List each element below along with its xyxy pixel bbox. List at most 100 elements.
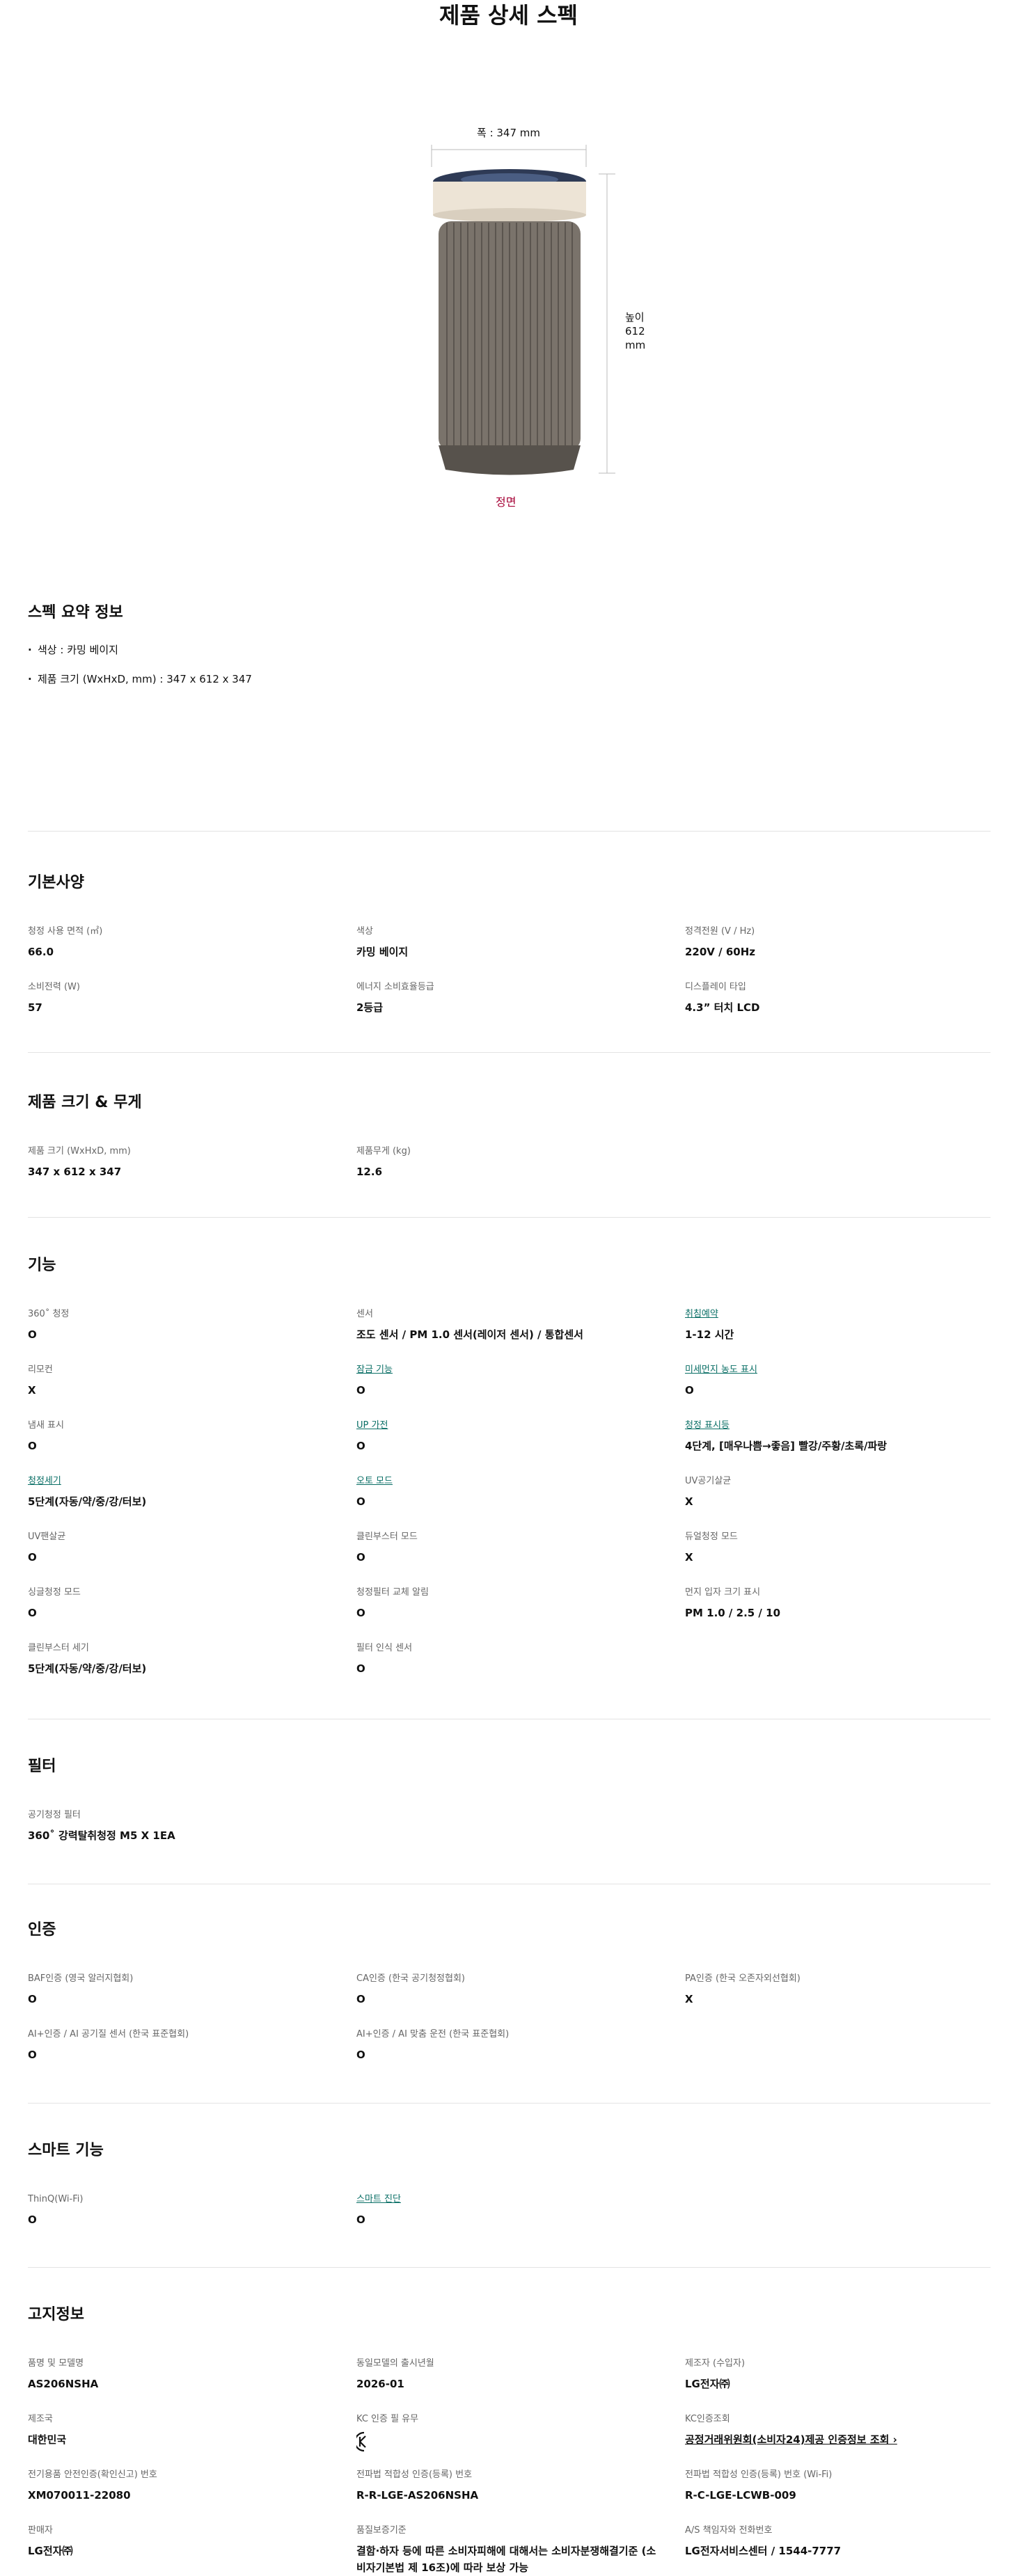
spec-item: 360˚ 청정 O: [28, 1308, 334, 1343]
spec-value: O: [356, 1993, 365, 2005]
spec-item: 정격전원 (V / Hz) 220V / 60Hz: [685, 925, 991, 960]
spec-item: 소비전력 (W) 57: [28, 981, 334, 1016]
spec-label: 전파법 적합성 인증(등록) 번호: [356, 2470, 473, 2480]
section-divider: [28, 1217, 991, 1218]
spec-item: 클린부스터 세기 5단계(자동/약/중/강/터보): [28, 1642, 334, 1677]
spec-item: 제조자 (수입자) LG전자㈜: [685, 2358, 991, 2392]
spec-value: O: [28, 1551, 37, 1564]
height-label-title: 높이: [625, 311, 645, 324]
spec-label: 클린부스터 모드: [356, 1532, 418, 1542]
spec-value: O: [28, 1440, 37, 1452]
spec-item: PA인증 (한국 오존자외선협회) X: [685, 1973, 991, 2007]
spec-value: LG전자㈜: [28, 2545, 73, 2557]
features-section: 기능 360˚ 청정 O 센서 조도 센서 / PM 1.0 센서(레이저 센서) …: [28, 1253, 991, 1675]
spec-label: A/S 책임자와 전화번호: [685, 2525, 773, 2536]
spec-label: 필터 인식 센서: [356, 1643, 413, 1653]
basic-spec-section: 기본사양 청정 사용 면적 (㎡) 66.0 색상 카밍 베이지 정격전원 (V /…: [28, 870, 991, 1014]
spec-item: 클린부스터 모드 O: [356, 1531, 663, 1566]
spec-value: LG전자㈜: [685, 2378, 730, 2390]
section-divider: [28, 1052, 991, 1053]
product-dimension-figure: 폭 : 347 mm 높이 612 mm 정면: [404, 118, 654, 509]
size-weight-section: 제품 크기 & 무게 제품 크기 (WxHxD, mm) 347 x 612 x …: [28, 1090, 991, 1178]
spec-label: 360˚ 청정: [28, 1309, 70, 1319]
spec-value: O: [356, 2213, 365, 2226]
spec-item: A/S 책임자와 전화번호 LG전자서비스센터 / 1544-7777: [685, 2525, 991, 2559]
spec-value: 5단계(자동/약/중/강/터보): [28, 1662, 147, 1675]
section-title: 기능: [28, 1257, 56, 1274]
spec-value: 12.6: [356, 1166, 383, 1178]
kc-lookup-link[interactable]: 공정거래위원회(소비자24)제공 인증정보 조회 ›: [685, 2431, 991, 2448]
spec-label: 청정 사용 면적 (㎡): [28, 926, 103, 937]
spec-label: 품질보증기준: [356, 2525, 407, 2536]
section-title: 고지정보: [28, 2306, 84, 2323]
spec-item: 청정세기 5단계(자동/약/중/강/터보): [28, 1475, 334, 1510]
spec-label-link-dust-display[interactable]: 미세먼지 농도 표시: [685, 1364, 991, 1376]
spec-value: O: [356, 2049, 365, 2061]
spec-label: KC인증조회: [685, 2414, 730, 2424]
spec-label: 정격전원 (V / Hz): [685, 926, 755, 937]
spec-item: 색상 카밍 베이지: [356, 925, 663, 960]
spec-value: AS206NSHA: [28, 2378, 99, 2390]
section-divider: [28, 2267, 991, 2268]
spec-item: 제품 크기 (WxHxD, mm) 347 x 612 x 347: [28, 1145, 334, 1180]
spec-label: 공기청정 필터: [28, 1810, 81, 1820]
spec-summary-section: 스펙 요약 정보 색상 : 카밍 베이지 제품 크기 (WxHxD, mm) :…: [28, 600, 991, 739]
spec-value: O: [356, 1551, 365, 1564]
spec-item: AI+인증 / AI 공기질 센서 (한국 표준협회) O: [28, 2028, 334, 2063]
smart-feature-section: 스마트 기능 ThinQ(Wi-Fi) O 스마트 진단 O: [28, 2138, 991, 2226]
section-title: 스펙 요약 정보: [28, 604, 123, 621]
spec-value: 57: [28, 1001, 42, 1014]
spec-value: 조도 센서 / PM 1.0 센서(레이저 센서) / 통합센서: [356, 1328, 583, 1341]
spec-item: 청정 표시등 4단계, [매우나쁨→좋음] 빨강/주황/초록/파랑: [685, 1420, 991, 1454]
spec-value: 2등급: [356, 1001, 384, 1014]
spec-label: AI+인증 / AI 공기질 센서 (한국 표준협회): [28, 2029, 189, 2040]
spec-item: 먼지 입자 크기 표시 PM 1.0 / 2.5 / 10: [685, 1587, 991, 1621]
spec-value: O: [28, 2049, 37, 2061]
spec-value: [354, 2431, 663, 2457]
spec-value: 66.0: [28, 946, 54, 958]
spec-label-link-lock[interactable]: 잠금 기능: [356, 1364, 663, 1376]
spec-item: 디스플레이 타입 4.3” 터치 LCD: [685, 981, 991, 1016]
spec-value: 220V / 60Hz: [685, 946, 756, 958]
spec-label: 판매자: [28, 2525, 53, 2536]
spec-label: 싱글청정 모드: [28, 1587, 81, 1598]
spec-value: O: [356, 1662, 365, 1675]
spec-item: 센서 조도 센서 / PM 1.0 센서(레이저 센서) / 통합센서: [356, 1308, 663, 1343]
spec-label: 냄새 표시: [28, 1420, 64, 1431]
spec-label: 디스플레이 타입: [685, 982, 746, 992]
spec-value: O: [28, 1993, 37, 2005]
spec-label-link-clean-indicator[interactable]: 청정 표시등: [685, 1420, 991, 1432]
spec-item: 판매자 LG전자㈜: [28, 2525, 334, 2559]
spec-value: XM070011-22080: [28, 2489, 131, 2502]
legal-notice-section: 고지정보 품명 및 모델명 AS206NSHA 동일모델의 출시년월 2026-01…: [28, 2302, 991, 2574]
spec-item: CA인증 (한국 공기청정협회) O: [356, 1973, 663, 2007]
spec-item: 미세먼지 농도 표시 O: [685, 1364, 991, 1399]
spec-label: UV공기살균: [685, 1476, 732, 1486]
certification-section: 인증 BAF인증 (영국 알러지협회) O CA인증 (한국 공기청정협회) O P…: [28, 1917, 991, 2061]
spec-label-link-sleep-timer[interactable]: 취침예약: [685, 1308, 991, 1321]
spec-value: O: [356, 1607, 365, 1619]
spec-item: 동일모델의 출시년월 2026-01: [356, 2358, 663, 2392]
spec-label-link-up-appliance[interactable]: UP 가전: [356, 1420, 663, 1432]
spec-value: O: [28, 1607, 37, 1619]
spec-value: O: [28, 2213, 37, 2226]
summary-item-color: 색상 : 카밍 베이지: [28, 643, 252, 657]
spec-value: X: [685, 1495, 693, 1508]
spec-value: X: [685, 1993, 693, 2005]
spec-item: 싱글청정 모드 O: [28, 1587, 334, 1621]
spec-label: 청정필터 교체 알림: [356, 1587, 429, 1598]
section-title: 기본사양: [28, 874, 84, 891]
spec-item: 스마트 진단 O: [356, 2193, 663, 2228]
spec-value: X: [28, 1384, 36, 1397]
spec-label-link-clean-strength[interactable]: 청정세기: [28, 1475, 334, 1488]
spec-label: 클린부스터 세기: [28, 1643, 89, 1653]
spec-item: 품명 및 모델명 AS206NSHA: [28, 2358, 334, 2392]
spec-label: PA인증 (한국 오존자외선협회): [685, 1973, 801, 1984]
spec-label: 리모컨: [28, 1365, 53, 1375]
spec-item: 필터 인식 센서 O: [356, 1642, 663, 1677]
spec-item: 전기용품 안전인증(확인신고) 번호 XM070011-22080: [28, 2469, 334, 2504]
spec-value: LG전자서비스센터 / 1544-7777: [685, 2545, 842, 2557]
spec-label-link-auto-mode[interactable]: 오토 모드: [356, 1475, 663, 1488]
spec-label-link-smart-diagnosis[interactable]: 스마트 진단: [356, 2193, 663, 2206]
spec-item: ThinQ(Wi-Fi) O: [28, 2193, 334, 2228]
